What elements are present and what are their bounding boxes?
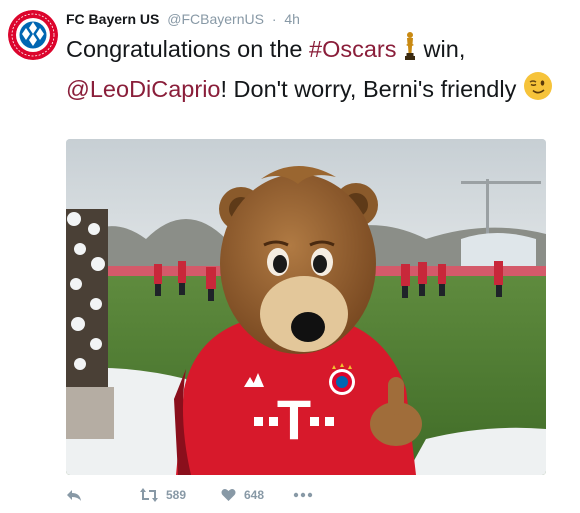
- reply-icon: [67, 490, 81, 501]
- tweet-timestamp[interactable]: 4h: [284, 11, 300, 27]
- heart-icon: [221, 488, 236, 501]
- svg-text:T: T: [277, 388, 311, 451]
- separator-dot: ·: [271, 11, 277, 27]
- tweet-text-part3: ! Don't worry, Berni's friendly: [220, 76, 517, 103]
- author-name[interactable]: FC Bayern US: [66, 11, 159, 27]
- like-count: 648: [244, 488, 265, 502]
- tweet-header: FC Bayern US @FCBayernUS · 4h: [66, 10, 300, 28]
- reply-button[interactable]: [66, 486, 82, 504]
- tweet-card: FC Bayern US @FCBayernUS · 4h Congratula…: [0, 0, 580, 513]
- tweet-text-part2: win,: [417, 36, 466, 63]
- berni-mascot-photo: T: [66, 139, 546, 475]
- author-avatar[interactable]: [8, 10, 58, 60]
- oscar-trophy-icon: [403, 31, 417, 71]
- retweet-button[interactable]: 589: [140, 486, 186, 504]
- retweet-icon: [140, 488, 158, 502]
- fc-bayern-logo-icon: [8, 10, 58, 60]
- hashtag-oscars-link[interactable]: #Oscars: [309, 36, 397, 62]
- tweet-text: Congratulations on the #Oscars win, @Leo…: [66, 31, 556, 111]
- tweet-text-part1: Congratulations on the: [66, 36, 309, 63]
- more-button[interactable]: [293, 486, 313, 504]
- mention-leodicaprio-link[interactable]: @LeoDiCaprio: [66, 76, 220, 102]
- retweet-count: 589: [166, 488, 187, 502]
- more-icon: [293, 492, 313, 498]
- author-handle[interactable]: @FCBayernUS: [167, 11, 264, 27]
- tweet-photo[interactable]: T: [66, 139, 546, 475]
- like-button[interactable]: 648: [221, 486, 264, 504]
- winking-face-icon: [523, 71, 553, 111]
